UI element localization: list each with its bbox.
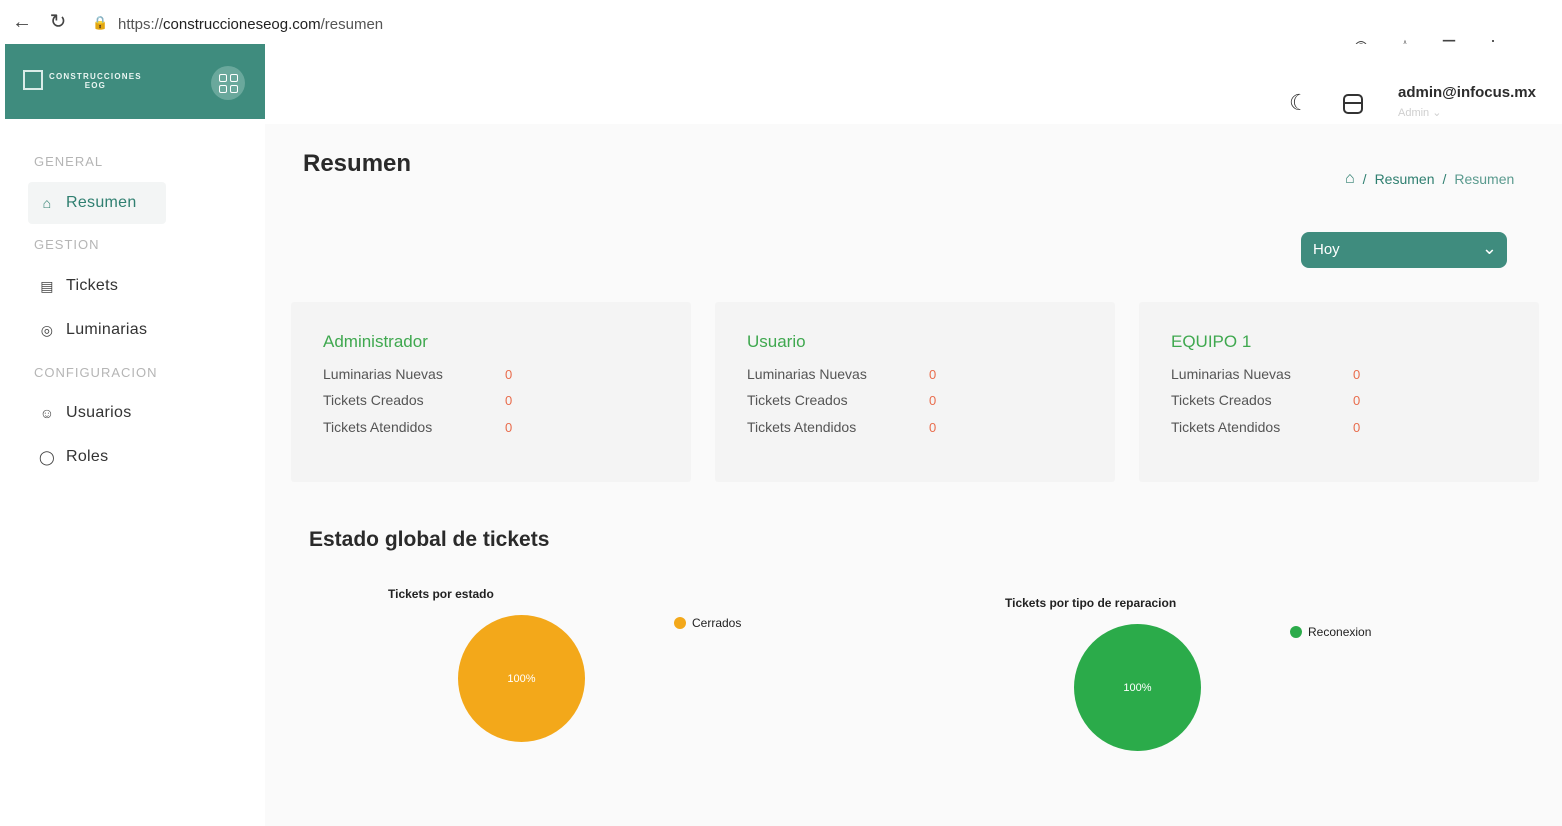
card-title: Usuario <box>747 332 806 351</box>
sidebar-item-label: Usuarios <box>66 404 132 421</box>
pie-slice-label: 100% <box>507 673 536 685</box>
card-title: EQUIPO 1 <box>1171 332 1252 351</box>
legend-swatch <box>1290 626 1302 638</box>
card-icon[interactable] <box>1343 94 1363 114</box>
pie-slice-label: 100% <box>1123 682 1152 694</box>
card-row-value: 0 <box>1353 393 1361 408</box>
period-select[interactable]: Hoy ⌄ <box>1301 232 1507 268</box>
brand-header: CONSTRUCCIONES EOG <box>5 44 265 119</box>
home-icon: ⌂ <box>42 195 52 211</box>
section-title-general: GENERAL <box>34 154 104 169</box>
card-row-value: 0 <box>505 420 513 435</box>
chart-legend[interactable]: Reconexion <box>1290 625 1371 639</box>
card-title: Administrador <box>323 332 428 351</box>
card-row-label: Tickets Creados <box>323 392 424 408</box>
card-row-value: 0 <box>505 393 513 408</box>
card-row-value: 0 <box>929 367 937 382</box>
card-row-label: Luminarias Nuevas <box>747 366 867 382</box>
chart-title: Tickets por estado <box>388 587 494 601</box>
sidebar-item-resumen[interactable]: ⌂ Resumen <box>28 182 166 224</box>
stat-card-usuario: Usuario Luminarias Nuevas 0 Tickets Crea… <box>715 302 1115 482</box>
user-role[interactable]: Admin ⌄ <box>1398 106 1441 119</box>
card-row-label: Luminarias Nuevas <box>1171 366 1291 382</box>
card-row-value: 0 <box>505 367 513 382</box>
sidebar-item-roles[interactable]: ◯ Roles <box>28 436 108 478</box>
sidebar-item-label: Tickets <box>66 277 119 294</box>
lock-icon: 🔒 <box>92 15 109 30</box>
dark-mode-icon[interactable]: ☾ <box>1289 90 1309 116</box>
sidebar: GENERAL ⌂ Resumen GESTION ▤ Tickets ◎ Lu… <box>0 119 265 826</box>
section-title-configuracion: CONFIGURACION <box>34 365 158 380</box>
pie-slice-reconexion[interactable]: 100% <box>1074 624 1201 751</box>
logo-icon <box>23 70 43 90</box>
browser-toolbar: ← ↻ 🔒 https://construccioneseog.com/resu… <box>0 0 1562 42</box>
page-title: Resumen <box>303 150 412 177</box>
sidebar-item-label: Roles <box>66 448 109 465</box>
stat-card-administrador: Administrador Luminarias Nuevas 0 Ticket… <box>291 302 691 482</box>
card-row-value: 0 <box>1353 420 1361 435</box>
sidebar-item-tickets[interactable]: ▤ Tickets <box>28 265 118 307</box>
legend-swatch <box>674 617 686 629</box>
card-row-value: 0 <box>1353 367 1361 382</box>
card-row-value: 0 <box>929 393 937 408</box>
legend-label: Cerrados <box>692 616 742 630</box>
topbar: ☾ admin@infocus.mx Admin ⌄ <box>265 44 1562 124</box>
address-bar[interactable]: 🔒 https://construccioneseog.com/resumen <box>84 12 1414 42</box>
breadcrumb: ⌂ / Resumen / Resumen <box>1345 170 1515 188</box>
period-select-value: Hoy <box>1313 241 1340 258</box>
sidebar-item-label: Resumen <box>66 194 137 211</box>
reload-icon[interactable]: ↻ <box>46 10 70 34</box>
sidebar-item-luminarias[interactable]: ◎ Luminarias <box>28 309 147 351</box>
chart-title: Tickets por tipo de reparacion <box>1005 596 1177 610</box>
breadcrumb-item-current: Resumen <box>1454 171 1515 187</box>
card-row-value: 0 <box>929 420 937 435</box>
url-text: https://construccioneseog.com/resumen <box>118 16 384 33</box>
sidebar-item-label: Luminarias <box>66 321 148 338</box>
shield-icon: ◯ <box>39 448 55 465</box>
home-icon[interactable]: ⌂ <box>1345 170 1355 188</box>
apps-grid-icon[interactable] <box>211 66 245 100</box>
back-arrow-icon[interactable]: ← <box>10 10 34 34</box>
chevron-down-icon: ⌄ <box>1481 238 1497 258</box>
brand-name: CONSTRUCCIONES EOG <box>49 72 142 90</box>
card-row-label: Tickets Atendidos <box>1171 419 1281 435</box>
chart-legend[interactable]: Cerrados <box>674 616 741 630</box>
card-row-label: Tickets Creados <box>747 392 848 408</box>
card-row-label: Luminarias Nuevas <box>323 366 443 382</box>
ticket-icon: ▤ <box>40 277 54 294</box>
section-title-gestion: GESTION <box>34 237 100 252</box>
card-row-label: Tickets Atendidos <box>323 419 433 435</box>
sidebar-item-usuarios[interactable]: ☺ Usuarios <box>28 392 132 434</box>
section-title: Estado global de tickets <box>309 528 550 551</box>
card-row-label: Tickets Atendidos <box>747 419 857 435</box>
stat-card-equipo-1: EQUIPO 1 Luminarias Nuevas 0 Tickets Cre… <box>1139 302 1539 482</box>
lightbulb-icon: ◎ <box>40 321 54 338</box>
main-content: Resumen ⌂ / Resumen / Resumen Hoy ⌄ Admi… <box>265 124 1562 826</box>
user-email[interactable]: admin@infocus.mx <box>1398 84 1536 101</box>
user-icon: ☺ <box>39 405 55 421</box>
card-row-label: Tickets Creados <box>1171 392 1272 408</box>
pie-slice-cerrados[interactable]: 100% <box>458 615 585 742</box>
legend-label: Reconexion <box>1308 625 1372 639</box>
breadcrumb-item[interactable]: Resumen <box>1375 171 1435 187</box>
